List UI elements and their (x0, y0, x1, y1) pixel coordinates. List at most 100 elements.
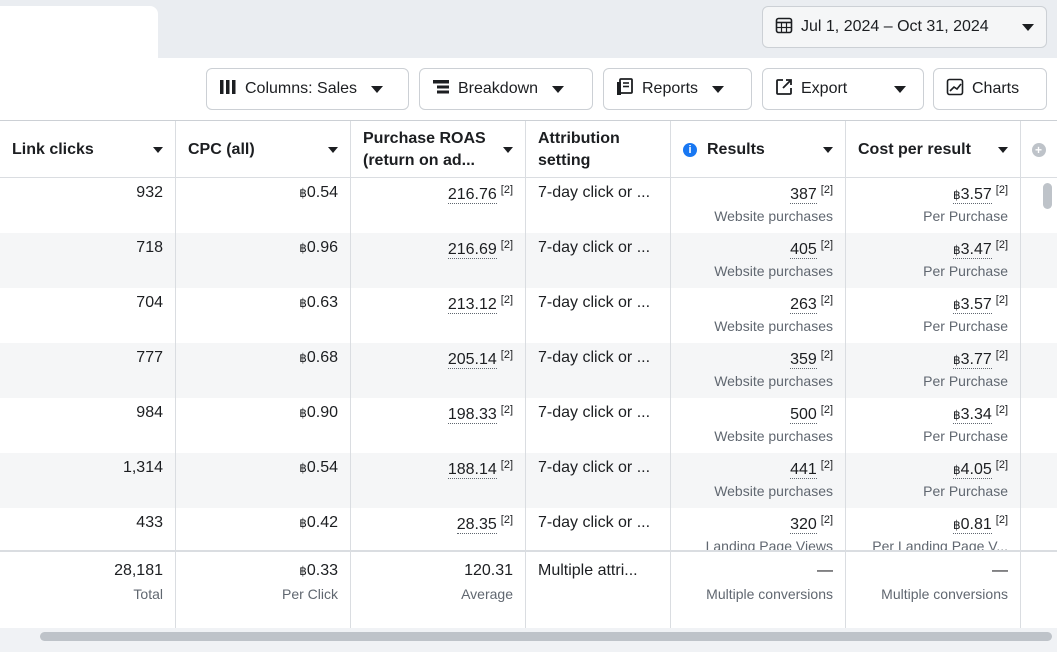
charts-button[interactable]: Charts (933, 68, 1047, 110)
date-range-picker[interactable]: Jul 1, 2024 – Oct 31, 2024 (762, 6, 1047, 48)
charts-label: Charts (972, 80, 1020, 97)
cell-value: 984 (136, 404, 163, 421)
footnote-ref[interactable]: [2] (501, 294, 513, 306)
currency-symbol: ฿ (952, 463, 961, 478)
table-row[interactable]: 984 ฿0.90 198.33 [2] 7-day click or ... 500 [2… (0, 398, 1057, 453)
cell-value: 0.54 (306, 459, 338, 476)
cell-value[interactable]: 3.57 (961, 296, 992, 313)
info-icon[interactable]: i (683, 142, 697, 157)
cell-results: 387 [2] Website purchases (671, 178, 846, 233)
cell-caption: Per Purchase (923, 428, 1008, 445)
footnote-ref[interactable]: [2] (821, 239, 833, 251)
cell-value: 7-day click or ... (538, 184, 651, 201)
cell-attribution: 7-day click or ... (526, 343, 671, 398)
cell-value[interactable]: 3.34 (961, 406, 992, 423)
footnote-ref[interactable]: [2] (996, 514, 1008, 526)
footnote-ref[interactable]: [2] (996, 239, 1008, 251)
cell-value[interactable]: 188.14 (447, 461, 497, 480)
cell-attribution: 7-day click or ... (526, 398, 671, 453)
footnote-ref[interactable]: [2] (821, 514, 833, 526)
cell-value[interactable]: 263 (790, 296, 817, 315)
currency-symbol: ฿ (299, 564, 307, 578)
cell-value[interactable]: 405 (790, 241, 817, 260)
cell-value[interactable]: 28.35 (456, 516, 497, 535)
footnote-ref[interactable]: [2] (821, 459, 833, 471)
table-row[interactable]: 718 ฿0.96 216.69 [2] 7-day click or ... 405 [2… (0, 233, 1057, 288)
currency-symbol: ฿ (299, 516, 307, 530)
footnote-ref[interactable]: [2] (996, 294, 1008, 306)
horizontal-scrollbar[interactable] (40, 632, 1052, 641)
sort-caret-icon (153, 146, 163, 153)
cell-attribution: 7-day click or ... (526, 288, 671, 343)
cell-value[interactable]: 387 (790, 186, 817, 205)
cell-value[interactable]: 3.77 (961, 351, 992, 368)
cell-roas: 216.69 [2] (351, 233, 526, 288)
footnote-ref[interactable]: [2] (996, 184, 1008, 196)
columns-icon (219, 79, 237, 100)
cell-value[interactable]: 198.33 (447, 406, 497, 425)
cell-value[interactable]: 441 (790, 461, 817, 480)
cell-value[interactable]: 320 (790, 516, 817, 535)
currency-symbol: ฿ (299, 461, 307, 475)
footnote-ref[interactable]: [2] (501, 184, 513, 196)
export-dropdown-button[interactable] (876, 68, 924, 110)
cell-value: 0.68 (306, 349, 338, 366)
table-row[interactable]: 433 ฿0.42 28.35 [2] 7-day click or ... 320 [2]… (0, 508, 1057, 550)
footnote-ref[interactable]: [2] (996, 459, 1008, 471)
add-column-button[interactable]: + (1020, 121, 1057, 178)
cell-link-clicks: 1,314 (0, 453, 176, 508)
table-row[interactable]: 932 ฿0.54 216.76 [2] 7-day click or ... 387 [2… (0, 178, 1057, 233)
column-header-label: Link clicks (12, 140, 94, 158)
footnote-ref[interactable]: [2] (501, 349, 513, 361)
footnote-ref[interactable]: [2] (821, 404, 833, 416)
tab-card (0, 6, 158, 60)
total-caption: Total (133, 586, 163, 602)
cell-cost-per-result: ฿3.77 [2] Per Purchase (846, 343, 1021, 398)
cell-roas: 198.33 [2] (351, 398, 526, 453)
cell-link-clicks: 777 (0, 343, 176, 398)
cell-value[interactable]: 4.05 (961, 461, 992, 478)
column-header-attribution[interactable]: Attribution setting (526, 121, 671, 178)
cell-value: 7-day click or ... (538, 294, 651, 311)
footnote-ref[interactable]: [2] (996, 349, 1008, 361)
cell-value[interactable]: 359 (790, 351, 817, 370)
footnote-ref[interactable]: [2] (501, 404, 513, 416)
footnote-ref[interactable]: [2] (821, 349, 833, 361)
column-header-cost-per-result[interactable]: Cost per result (846, 121, 1021, 178)
cell-cost-per-result: ฿4.05 [2] Per Purchase (846, 453, 1021, 508)
cell-value[interactable]: 216.76 (447, 186, 497, 205)
cell-caption: Website purchases (714, 318, 833, 335)
total-value: 28,181 (114, 562, 163, 579)
table-row[interactable]: 1,314 ฿0.54 188.14 [2] 7-day click or ... 441… (0, 453, 1057, 508)
table-row[interactable]: 777 ฿0.68 205.14 [2] 7-day click or ... 359 [2… (0, 343, 1057, 398)
cell-value[interactable]: 3.57 (961, 186, 992, 203)
breakdown-button[interactable]: Breakdown (419, 68, 593, 110)
footnote-ref[interactable]: [2] (501, 459, 513, 471)
cell-value[interactable]: 500 (790, 406, 817, 425)
cell-value[interactable]: 205.14 (447, 351, 497, 370)
column-header-cpc[interactable]: CPC (all) (176, 121, 351, 178)
footnote-ref[interactable]: [2] (821, 294, 833, 306)
cell-roas: 213.12 [2] (351, 288, 526, 343)
breakdown-label: Breakdown (458, 80, 539, 97)
footnote-ref[interactable]: [2] (821, 184, 833, 196)
reports-icon (616, 77, 634, 101)
reports-button[interactable]: Reports (603, 68, 752, 110)
footnote-ref[interactable]: [2] (501, 239, 513, 251)
column-header-results[interactable]: i Results (671, 121, 846, 178)
cell-value[interactable]: 216.69 (447, 241, 497, 260)
columns-button[interactable]: Columns: Sales (206, 68, 409, 110)
table-row[interactable]: 704 ฿0.63 213.12 [2] 7-day click or ... 263 [2… (0, 288, 1057, 343)
cell-caption: Per Landing Page V... (872, 538, 1008, 550)
cell-value[interactable]: 3.47 (961, 241, 992, 258)
cell-value[interactable]: 213.12 (447, 296, 497, 315)
footnote-ref[interactable]: [2] (996, 404, 1008, 416)
column-header-link-clicks[interactable]: Link clicks (0, 121, 176, 178)
totals-row: 28,181 Total ฿0.33 Per Click 120.31 Aver… (0, 550, 1057, 628)
footnote-ref[interactable]: [2] (501, 514, 513, 526)
column-header-purchase-roas[interactable]: Purchase ROAS (return on ad... (351, 121, 526, 178)
column-header-label: Results (707, 140, 765, 158)
export-button[interactable]: Export (762, 68, 877, 110)
cell-value[interactable]: 0.81 (961, 516, 992, 533)
vertical-scrollbar[interactable] (1043, 183, 1052, 209)
